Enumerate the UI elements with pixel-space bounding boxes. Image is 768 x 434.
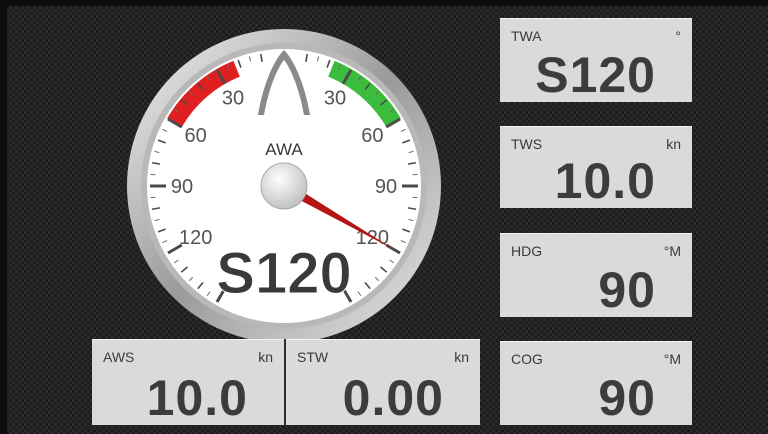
stw-value: 0.00 [342,370,444,426]
twa-unit: ° [675,28,681,44]
scale-label: 90 [375,176,397,198]
aws-tile[interactable]: AWS kn 10.0 [92,339,284,425]
stw-tile[interactable]: STW kn 0.00 [286,339,480,425]
hdg-value: 90 [598,262,656,318]
tws-tile[interactable]: TWS kn 10.0 [500,126,692,208]
aws-label: AWS [103,349,135,365]
needle-hub [260,162,308,210]
scale-label: 60 [361,125,383,147]
gauge-value: S120 [216,241,351,306]
cog-label: COG [511,351,543,367]
twa-tile[interactable]: TWA ° S120 [500,18,692,102]
scale-label: 30 [324,88,346,110]
tws-unit: kn [666,136,681,152]
cog-unit: °M [663,351,681,367]
tws-value: 10.0 [554,153,656,209]
scale-label: 120 [179,227,212,249]
scale-label: 90 [171,176,193,198]
hdg-tile[interactable]: HDG °M 90 [500,233,692,317]
twa-value: S120 [535,47,656,103]
tws-label: TWS [511,136,543,152]
hdg-unit: °M [663,243,681,259]
twa-label: TWA [511,28,542,44]
aws-unit: kn [258,349,273,365]
hdg-label: HDG [511,243,543,259]
aws-value: 10.0 [146,370,248,426]
cog-value: 90 [598,370,656,426]
stw-label: STW [297,349,329,365]
scale-label: 60 [185,125,207,147]
cog-tile[interactable]: COG °M 90 [500,341,692,425]
gauge-label: AWA [265,140,303,159]
scale-label: 30 [222,88,244,110]
stw-unit: kn [454,349,469,365]
